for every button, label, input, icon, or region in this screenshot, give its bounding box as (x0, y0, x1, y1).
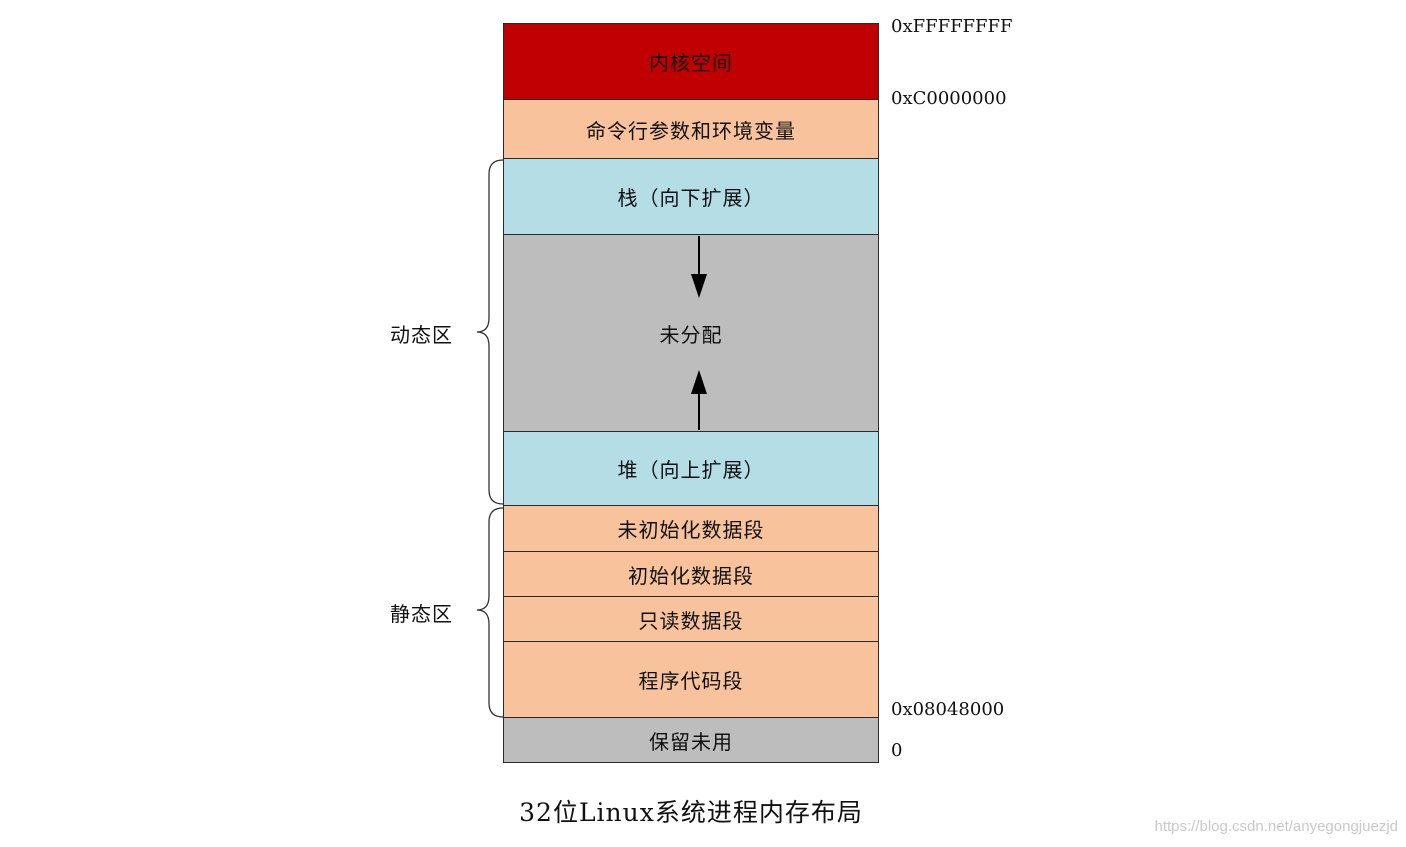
kernel-space-segment: 内核空间 (503, 23, 879, 100)
reserved-label: 保留未用 (649, 729, 733, 754)
args-env-label: 命令行参数和环境变量 (586, 118, 796, 143)
dynamic-zone-label: 动态区 (390, 323, 453, 347)
heap-segment: 堆（向上扩展） (503, 431, 879, 506)
memory-layout-diagram: 内核空间 命令行参数和环境变量 栈（向下扩展） 未分配 堆（向上扩展） 未初始化… (0, 0, 1406, 847)
kernel-space-label: 内核空间 (649, 51, 733, 75)
bss-segment: 未初始化数据段 (503, 505, 879, 552)
static-zone-label: 静态区 (390, 602, 453, 626)
heap-label: 堆（向上扩展） (617, 458, 765, 482)
data-segment: 初始化数据段 (503, 551, 879, 597)
address-bottom: 0 (891, 740, 903, 761)
bss-label: 未初始化数据段 (617, 518, 765, 542)
data-label: 初始化数据段 (628, 563, 754, 588)
unallocated-segment: 未分配 (503, 234, 879, 432)
unallocated-label: 未分配 (659, 322, 723, 347)
reserved-segment: 保留未用 (503, 717, 879, 763)
text-segment: 程序代码段 (503, 641, 879, 718)
rodata-segment: 只读数据段 (503, 596, 879, 642)
dynamic-zone-brace (476, 159, 504, 505)
text-label: 程序代码段 (638, 669, 744, 693)
watermark-url: https://blog.csdn.net/anyegongjuezjd (1154, 818, 1398, 835)
address-code-start: 0x08048000 (891, 699, 1005, 720)
stack-segment: 栈（向下扩展） (503, 158, 879, 235)
address-kernel-start: 0xC0000000 (891, 88, 1007, 109)
args-env-segment: 命令行参数和环境变量 (503, 99, 879, 159)
stack-label: 栈（向下扩展） (617, 186, 765, 210)
static-zone-brace (476, 507, 504, 718)
rodata-label: 只读数据段 (638, 608, 744, 633)
address-top: 0xFFFFFFFF (891, 16, 1013, 37)
